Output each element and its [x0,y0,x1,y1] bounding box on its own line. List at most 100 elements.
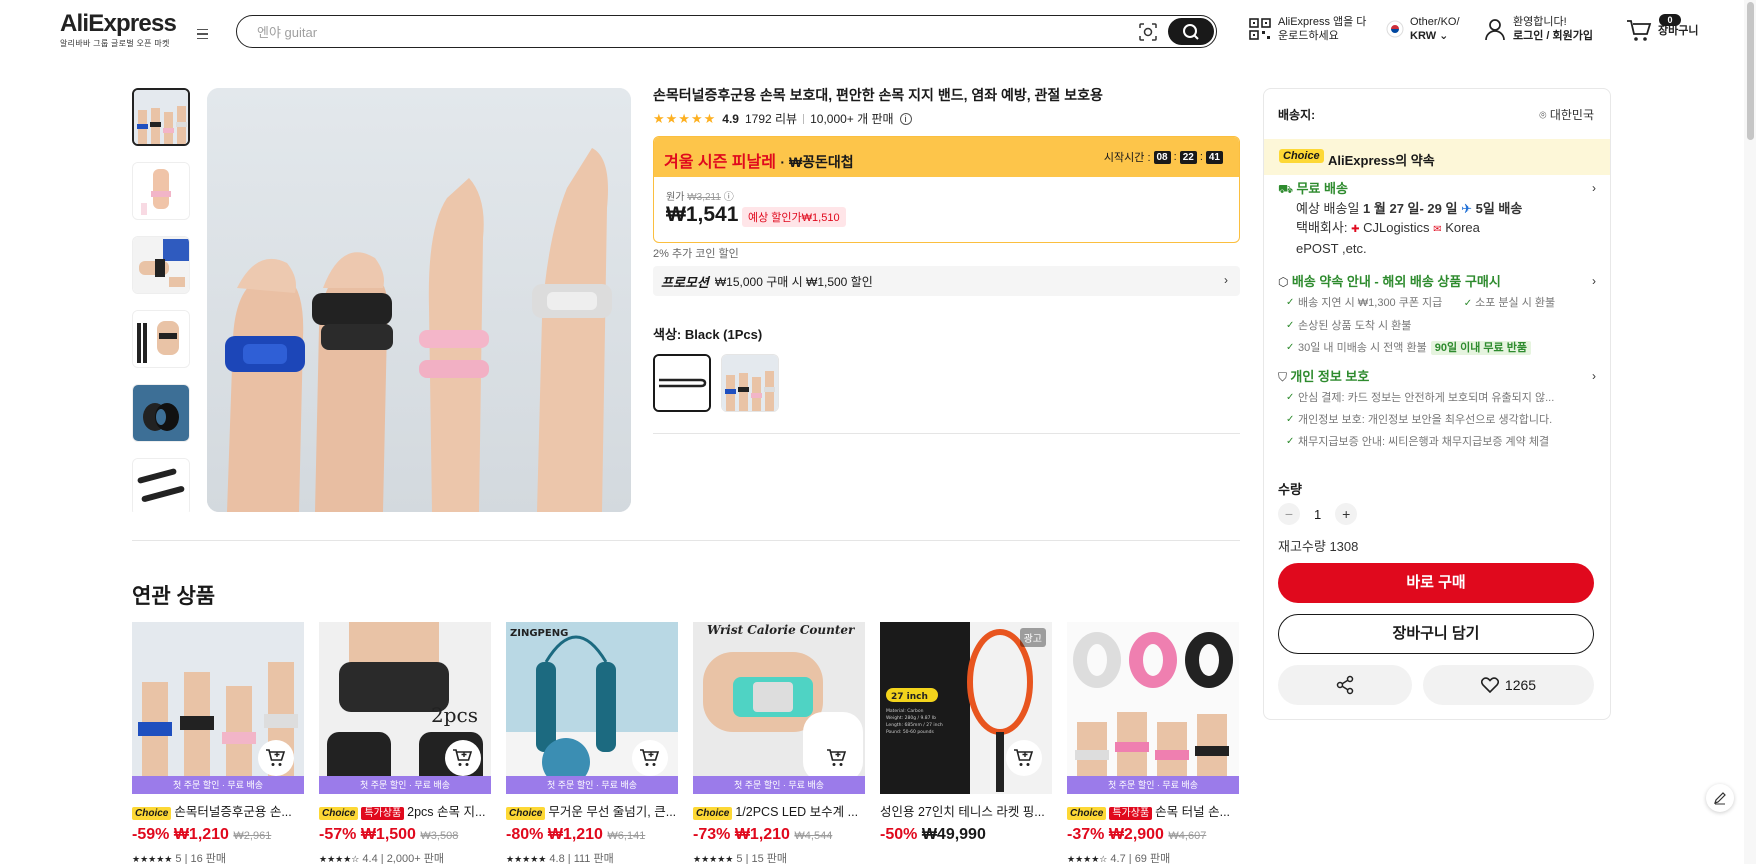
search-icon [1183,23,1199,40]
promotion-bar[interactable]: 프로모션 ₩15,000 구매 시 ₩1,500 할인 › [653,266,1240,296]
increase-button[interactable]: + [1335,503,1358,525]
account-menu[interactable]: 환영합니다! 로그인 / 회원가입 [1484,15,1593,43]
thumbnail-1[interactable] [132,88,190,146]
product-title: 손목터널증후군용 손목 보호대, 편안한 손목 지지 밴드, 염좌 예방, 관절… [653,87,1103,103]
vertical-scrollbar[interactable] [1744,0,1756,864]
card-text: 5 [736,853,743,864]
eta-dates: 1 월 27 일- 29 일 [1363,201,1458,216]
add-to-cart-icon[interactable] [445,740,481,776]
thumbnail-4[interactable] [132,310,190,368]
chevron-right-icon: › [1592,369,1596,383]
feedback-edit-icon[interactable] [1706,784,1734,812]
color-swatch-black[interactable] [653,354,711,412]
add-to-cart-icon[interactable] [1006,740,1042,776]
add-to-cart-icon[interactable] [819,740,855,776]
product-image: 2pcs 첫 주문 할인 · 무료 배송 [319,622,491,794]
wishlist-button[interactable]: 1265 [1423,665,1594,705]
rating-row: ★★★★★ 4.9 1792 리뷰 10,000+ 개 판매 i [653,110,912,127]
card-text: Choice [693,807,733,820]
sale-price: ₩1,541 [666,203,739,226]
search-input[interactable] [257,22,1117,42]
app-download[interactable]: AliExpress 앱을 다 운로드하세요 [1248,15,1366,43]
cart-count-badge: 0 [1659,14,1681,26]
add-to-cart-icon[interactable] [258,740,294,776]
promo-strip: 첫 주문 할인 · 무료 배송 [319,776,491,794]
buy-now-button[interactable]: 바로 구매 [1278,563,1594,603]
main-product-image[interactable] [207,88,631,512]
scrollbar-thumb[interactable] [1747,2,1754,140]
svg-text:ZINGPENG: ZINGPENG [510,628,568,639]
product-card-2[interactable]: 2pcs 첫 주문 할인 · 무료 배송 Choice 특가상품 2pcs 손목 지… [319,622,492,864]
rating-stars-icon: ★★★★★ [132,854,173,864]
menu-icon[interactable] [190,24,214,44]
review-count[interactable]: 1792 리뷰 [745,110,797,127]
info-icon[interactable]: i [899,112,912,125]
card-text: Choice [1067,807,1107,820]
timer-minutes: 22 [1179,150,1197,164]
privacy-payment: 안심 결제: 카드 정보는 안전하게 보호되며 유출되지 않... [1278,387,1596,409]
share-button[interactable] [1278,665,1412,705]
privacy-section[interactable]: ⛉ 개인 정보 보호 › 안심 결제: 카드 정보는 안전하게 보호되며 유출되… [1278,367,1596,453]
product-price: -50% ₩49,990 [880,826,1053,844]
privacy-title: 개인 정보 보호 [1290,369,1370,384]
card-text: ₩1,210 [173,826,229,843]
card-text: 2pcs 손목 지... [407,805,486,819]
card-text: 특가상품 [361,807,405,820]
search-button[interactable] [1168,18,1214,45]
guarantee-lost: 소포 분실 시 환불 [1475,297,1556,309]
product-card-3[interactable]: ZINGPENG 첫 주문 할인 · 무료 배송 Choice 무거운 무선 줄넘… [506,622,679,864]
separator [803,113,805,124]
info-divider [653,433,1240,434]
rating-stars-icon: ★★★★☆ [1067,854,1108,864]
add-to-cart-button[interactable]: 장바구니 담기 [1278,614,1594,654]
section-divider [132,540,1240,541]
decrease-button[interactable]: − [1278,503,1300,525]
rating-stars-icon: ★★★★☆ [319,854,360,864]
deal-title: 겨울 시즌 피날레 · ₩꽁돈대첩 [664,154,854,171]
rating-stars-icon: ★★★★★ [693,854,734,864]
product-card-5[interactable]: 27 inch Material: Carbon Weight: 280g / 9.… [880,622,1053,864]
logo-text: AliExpress [60,10,177,37]
deal-header: 겨울 시즌 피날레 · ₩꽁돈대첩 시작시간 : 08: 22: 41 [654,137,1239,177]
product-card-6[interactable]: 첫 주문 할인 · 무료 배송 Choice 특가상품 손목 터널 손... -37… [1067,622,1240,864]
card-text: -57% [319,826,357,843]
ad-badge: 광고 [1019,628,1046,647]
locale-text: Other/KO/ [1410,16,1460,28]
thumbnail-3[interactable] [132,236,190,294]
card-text: -80% [506,826,544,843]
thumbnail-6[interactable] [132,458,190,512]
privacy-guarantee: 채무지급보증 안내: 씨티은행과 채무지급보증 계약 체결 [1278,431,1596,453]
korea-flag-icon [1386,20,1404,38]
cart-icon [1627,20,1652,41]
card-text: ₩4,544 [794,830,833,842]
chevron-right-icon: › [1592,274,1596,288]
sold-count: 10,000+ 개 판매 [810,112,894,126]
card-text: 특가상품 [1109,807,1153,820]
delivery-guarantee-section[interactable]: ⬡ 배송 약속 안내 - 해외 배송 상품 구매시 › 배송 지연 시 ₩1,3… [1278,272,1596,359]
quantity-value[interactable]: 1 [1314,507,1321,522]
product-price: -80% ₩1,210 ₩6,141 [506,826,679,844]
thumbnail-2[interactable] [132,162,190,220]
card-text: -37% [1067,826,1105,843]
quantity-label: 수량 [1278,482,1302,497]
timer-hours: 08 [1153,150,1171,164]
card-text: -50% [880,826,918,843]
product-card-1[interactable]: 첫 주문 할인 · 무료 배송 Choice 손목터널증후군용 손... -59%… [132,622,305,864]
locale-selector[interactable]: Other/KO/ KRW ⌄ [1386,15,1460,43]
ship-location[interactable]: ⌾ 대한민국 [1539,106,1594,123]
color-swatch-set[interactable] [721,354,779,412]
privacy-data: 개인정보 보호: 개인정보 보안을 최우선으로 생각합니다. [1278,409,1596,431]
aliexpress-logo[interactable]: AliExpress 알리바바 그룹 글로벌 오픈 마켓 [60,10,177,49]
product-card-4[interactable]: Wrist Calorie Counter 첫 주문 할인 · 무료 배송 Ch… [693,622,866,864]
product-name: Choice 특가상품 2pcs 손목 지... [319,801,492,820]
cj-logo-icon: ✚ [1351,224,1360,235]
card-text: ₩3,508 [420,830,459,842]
guarantee-title: 배송 약속 안내 - 해외 배송 상품 구매시 [1291,274,1501,289]
thumbnail-5[interactable] [132,384,190,442]
product-name: 성인용 27인치 테니스 라켓 핑... [880,801,1053,820]
image-search-icon[interactable] [1138,22,1158,42]
product-image: Wrist Calorie Counter 첫 주문 할인 · 무료 배송 [693,622,865,794]
free-shipping-section[interactable]: ⛟ 무료 배송 › 예상 배송일 1 월 27 일- 29 일 ✈ 5일 배송 … [1278,179,1596,258]
add-to-cart-icon[interactable] [632,740,668,776]
product-rating: ★★★★★ 5 | 16 판매 [132,853,227,864]
